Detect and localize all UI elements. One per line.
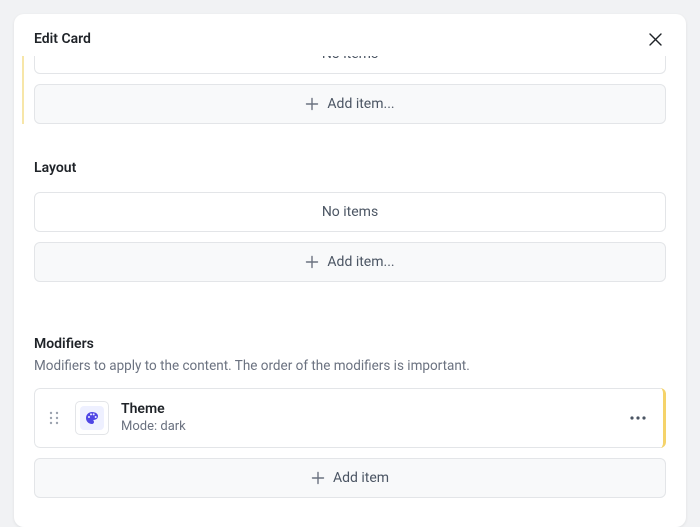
modal-title: Edit Card	[34, 31, 91, 47]
drag-handle[interactable]	[45, 409, 63, 427]
layout-add-item-button[interactable]: Add item...	[34, 242, 666, 282]
modifier-item-wrap: Theme Mode: dark	[34, 388, 666, 448]
plus-icon	[311, 471, 325, 485]
plus-icon	[305, 255, 319, 269]
modifier-name: Theme	[121, 401, 613, 419]
close-button[interactable]	[644, 28, 666, 50]
previous-no-items-label: No items	[322, 56, 378, 62]
modifiers-section-description: Modifiers to apply to the content. The o…	[34, 358, 666, 374]
drag-handle-icon	[48, 411, 60, 425]
layout-no-items-label: No items	[322, 204, 378, 220]
modifiers-add-item-button[interactable]: Add item	[34, 458, 666, 498]
modifier-item[interactable]: Theme Mode: dark	[34, 388, 663, 448]
modifier-thumbnail	[75, 401, 109, 435]
modal-body: No items Add item... Layout No items Add…	[14, 56, 686, 527]
layout-section-title: Layout	[34, 160, 666, 176]
modifier-text: Theme Mode: dark	[121, 401, 613, 435]
modifiers-add-item-label: Add item	[333, 470, 389, 486]
previous-add-item-label: Add item...	[327, 96, 394, 112]
palette-icon	[84, 410, 100, 426]
modifier-subtitle: Mode: dark	[121, 419, 613, 435]
modifiers-section-title: Modifiers	[34, 336, 666, 352]
layout-add-item-label: Add item...	[327, 254, 394, 270]
layout-section: Layout No items Add item...	[34, 160, 666, 282]
close-icon	[648, 32, 663, 47]
more-horizontal-icon	[630, 416, 646, 420]
modal-header: Edit Card	[14, 14, 686, 56]
layout-no-items: No items	[34, 192, 666, 232]
edit-card-modal: Edit Card No items Add item... Layout No…	[14, 14, 686, 527]
previous-section: No items Add item...	[22, 56, 666, 124]
previous-add-item-button[interactable]: Add item...	[34, 84, 666, 124]
previous-no-items: No items	[34, 56, 666, 74]
plus-icon	[305, 97, 319, 111]
modifiers-section: Modifiers Modifiers to apply to the cont…	[34, 336, 666, 498]
modifier-menu-button[interactable]	[625, 405, 651, 431]
